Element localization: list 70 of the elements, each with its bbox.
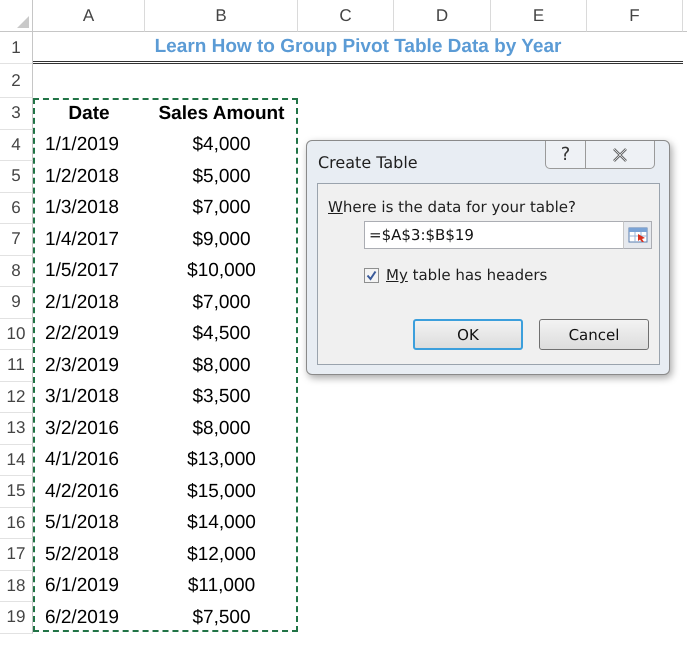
date-cell-text: 1/4/2017 (44, 228, 120, 252)
amount-cell-text: $5,000 (191, 164, 252, 189)
column-header[interactable]: B (145, 0, 298, 32)
date-cell-text: 1/2/2018 (44, 164, 120, 189)
row-header[interactable]: 14 (0, 444, 33, 476)
amount-cell-text: $9,000 (191, 228, 252, 252)
amount-cell-text: $7,500 (191, 606, 252, 630)
date-cell-text: 1/3/2018 (44, 196, 120, 220)
amount-cell-text: $4,500 (191, 322, 252, 346)
date-cell-text: 5/2/2018 (44, 542, 120, 567)
row-header[interactable]: 19 (0, 602, 33, 634)
date-cell-text: 6/1/2019 (44, 574, 120, 598)
date-cell-text: 4/2/2016 (44, 480, 120, 504)
range-field[interactable]: =$A$3:$B$19 (364, 221, 623, 249)
column-header[interactable]: A (33, 0, 145, 32)
row-header[interactable]: 11 (0, 350, 33, 382)
amount-cell-text: $12,000 (186, 542, 257, 567)
date-cell-text: 2/3/2019 (44, 354, 120, 378)
amount-cell-text: $13,000 (186, 448, 257, 472)
cancel-button[interactable]: Cancel (539, 319, 649, 350)
amount-cell-text: $10,000 (186, 259, 257, 284)
row-header[interactable]: 15 (0, 476, 33, 508)
amount-cell-text: $15,000 (186, 480, 257, 504)
checkbox-label: My table has headers (386, 266, 548, 284)
row-header[interactable]: 17 (0, 539, 33, 570)
date-cell-text: 4/1/2016 (44, 448, 120, 472)
row-header[interactable]: 8 (0, 256, 33, 287)
row-header[interactable]: 3 (0, 98, 33, 130)
date-cell-text: 2/1/2018 (44, 290, 120, 315)
range-label: Where is the data for your table? (328, 198, 576, 216)
row-header[interactable]: 4 (0, 130, 33, 161)
ok-button[interactable]: OK (413, 319, 523, 350)
date-cell-text: 5/1/2018 (44, 511, 120, 536)
row-header[interactable]: 9 (0, 287, 33, 318)
range-picker-button[interactable] (623, 221, 652, 249)
amount-cell-text: $3,500 (191, 385, 252, 410)
row-header[interactable]: 12 (0, 382, 33, 413)
row-header[interactable]: 2 (0, 64, 33, 98)
sheet-title: Learn How to Group Pivot Table Data by Year (33, 32, 683, 64)
headers-checkbox[interactable] (364, 268, 379, 282)
date-cell-text: 3/1/2018 (44, 385, 120, 410)
dialog-title: Create Table (318, 153, 418, 172)
row-header[interactable]: 18 (0, 570, 33, 602)
column-header[interactable]: E (491, 0, 587, 32)
row-header[interactable]: 16 (0, 508, 33, 539)
column-header[interactable]: C (298, 0, 394, 32)
close-icon (612, 148, 628, 162)
amount-cell-text: $7,000 (191, 290, 252, 315)
date-cell-text: 2/2/2019 (44, 322, 120, 346)
column-heading: Date (67, 102, 111, 126)
amount-cell-text: $14,000 (186, 511, 257, 536)
date-cell-text: 1/5/2017 (44, 259, 120, 284)
date-cell-text: 6/2/2019 (44, 606, 120, 630)
row-header[interactable]: 7 (0, 224, 33, 256)
amount-cell-text: $7,000 (191, 196, 252, 220)
column-header[interactable]: F (587, 0, 683, 32)
amount-cell-text: $11,000 (186, 574, 256, 598)
date-cell-text: 3/2/2016 (44, 416, 120, 441)
date-cell-text: 1/1/2019 (44, 133, 120, 158)
amount-cell-text: $8,000 (191, 354, 252, 378)
amount-cell-text: $4,000 (191, 133, 252, 158)
row-header[interactable]: 5 (0, 161, 33, 192)
row-header[interactable]: 1 (0, 32, 33, 64)
column-header[interactable]: D (394, 0, 491, 32)
column-heading: Sales Amount (158, 102, 286, 126)
amount-cell-text: $8,000 (191, 416, 252, 441)
row-header[interactable]: 13 (0, 413, 33, 444)
row-header[interactable]: 6 (0, 192, 33, 224)
row-header[interactable]: 10 (0, 318, 33, 350)
range-picker-icon (628, 227, 648, 243)
